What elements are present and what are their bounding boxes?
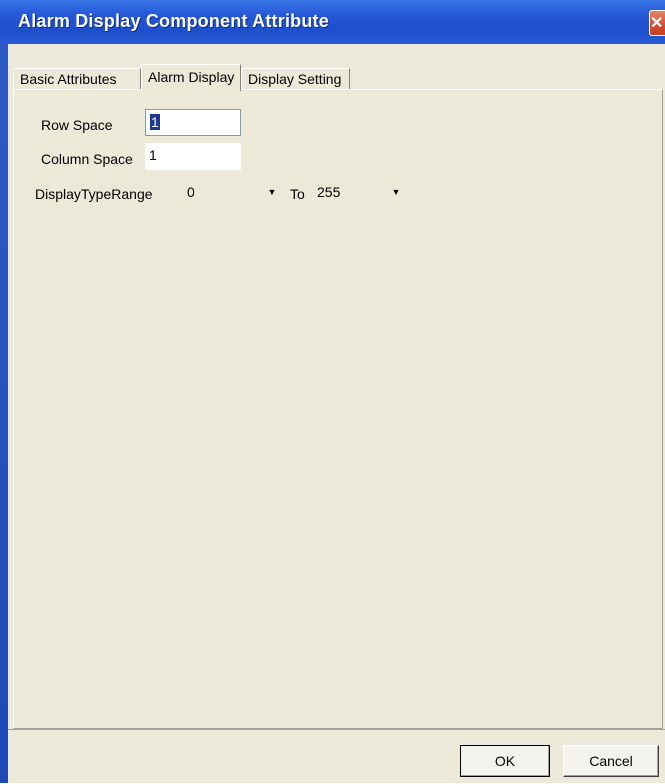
row-space-value: 1 — [150, 114, 160, 130]
range-to-value: 255 — [317, 184, 341, 200]
range-to-select[interactable]: 255 ▼ — [313, 179, 405, 206]
ok-button[interactable]: OK — [460, 745, 550, 777]
display-type-range-label: DisplayTypeRange — [35, 186, 153, 202]
dialog-window: Alarm Display Component Attribute ✕ Basi… — [0, 0, 665, 783]
row-space-label: Row Space — [41, 117, 113, 133]
window-title: Alarm Display Component Attribute — [18, 11, 329, 31]
column-space-input[interactable]: 1 — [145, 143, 241, 170]
range-from-value: 0 — [187, 184, 195, 200]
tab-display-setting[interactable]: Display Setting — [241, 68, 350, 90]
tab-strip: Basic Attributes Alarm Display Display S… — [13, 64, 663, 91]
close-icon: ✕ — [650, 15, 664, 32]
cancel-button[interactable]: Cancel — [563, 745, 659, 777]
chevron-down-icon: ▼ — [391, 187, 401, 197]
chevron-down-icon: ▼ — [267, 187, 277, 197]
dialog-client-area: Basic Attributes Alarm Display Display S… — [8, 44, 665, 783]
tab-panel-alarm-display: Row Space 1 Column Space 1 DisplayTypeRa… — [13, 89, 663, 729]
column-space-label: Column Space — [41, 151, 133, 167]
close-button[interactable]: ✕ — [649, 10, 665, 36]
title-bar[interactable]: Alarm Display Component Attribute ✕ — [0, 0, 665, 44]
button-bar: OK Cancel — [8, 729, 665, 784]
tab-basic-attributes[interactable]: Basic Attributes — [13, 68, 141, 90]
row-space-input[interactable]: 1 — [145, 109, 241, 136]
to-label: To — [290, 186, 305, 202]
range-from-select[interactable]: 0 ▼ — [183, 179, 281, 206]
tab-alarm-display[interactable]: Alarm Display — [141, 64, 241, 91]
